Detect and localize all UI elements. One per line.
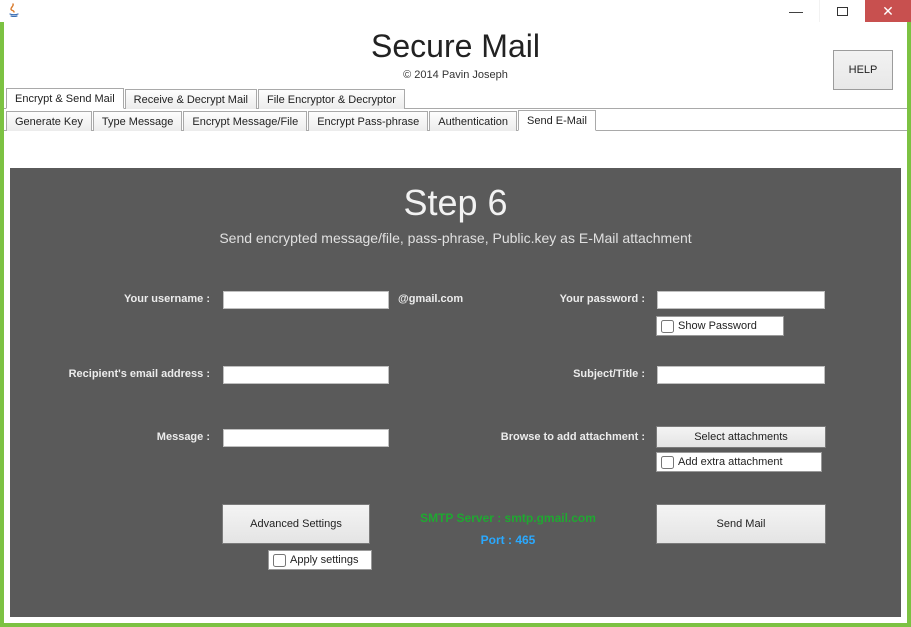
add-extra-attachment-label: Add extra attachment [678, 456, 783, 468]
show-password-label: Show Password [678, 320, 757, 332]
step-title: Step 6 [10, 182, 901, 224]
username-label: Your username : [10, 293, 210, 305]
minimize-button[interactable]: — [773, 0, 819, 22]
message-input[interactable] [222, 428, 390, 448]
select-attachments-button[interactable]: Select attachments [656, 426, 826, 448]
inner-tabs: Generate Key Type Message Encrypt Messag… [4, 109, 907, 131]
tab-generate-key[interactable]: Generate Key [6, 111, 92, 131]
tab-encrypt-message-file[interactable]: Encrypt Message/File [183, 111, 307, 131]
tab-authentication[interactable]: Authentication [429, 111, 517, 131]
window: Secure Mail © 2014 Pavin Joseph HELP Enc… [4, 22, 907, 623]
password-label: Your password : [430, 293, 645, 305]
subject-input[interactable] [656, 365, 826, 385]
app-title: Secure Mail [4, 28, 907, 65]
tab-send-email[interactable]: Send E-Mail [518, 110, 596, 131]
smtp-server-text: SMTP Server : smtp.gmail.com [398, 508, 618, 530]
smtp-info: SMTP Server : smtp.gmail.com Port : 465 [398, 508, 618, 551]
tab-type-message[interactable]: Type Message [93, 111, 183, 131]
form-area: Your username : @gmail.com Your password… [10, 288, 901, 617]
smtp-port-text: Port : 465 [398, 530, 618, 552]
add-extra-attachment-checkbox[interactable]: Add extra attachment [656, 452, 822, 472]
apply-settings-box[interactable] [273, 554, 286, 567]
add-extra-attachment-box[interactable] [661, 456, 674, 469]
send-mail-button[interactable]: Send Mail [656, 504, 826, 544]
tab-file-encryptor-decryptor[interactable]: File Encryptor & Decryptor [258, 89, 405, 109]
recipient-label: Recipient's email address : [10, 368, 210, 380]
content-panel: Step 6 Send encrypted message/file, pass… [10, 168, 901, 617]
outer-tabs: Encrypt & Send Mail Receive & Decrypt Ma… [4, 87, 907, 109]
tab-encrypt-send-mail[interactable]: Encrypt & Send Mail [6, 88, 124, 109]
username-input[interactable] [222, 290, 390, 310]
tab-receive-decrypt-mail[interactable]: Receive & Decrypt Mail [125, 89, 257, 109]
advanced-settings-button[interactable]: Advanced Settings [222, 504, 370, 544]
password-input[interactable] [656, 290, 826, 310]
step-description: Send encrypted message/file, pass-phrase… [10, 230, 901, 246]
browse-label: Browse to add attachment : [430, 431, 645, 443]
java-icon [6, 2, 22, 18]
subject-label: Subject/Title : [430, 368, 645, 380]
tab-encrypt-pass-phrase[interactable]: Encrypt Pass-phrase [308, 111, 428, 131]
copyright: © 2014 Pavin Joseph [4, 69, 907, 81]
show-password-checkbox[interactable]: Show Password [656, 316, 784, 336]
apply-settings-checkbox[interactable]: Apply settings [268, 550, 372, 570]
title-bar: — ✕ [0, 0, 911, 22]
apply-settings-label: Apply settings [290, 554, 358, 566]
message-label: Message : [10, 431, 210, 443]
show-password-box[interactable] [661, 320, 674, 333]
close-button[interactable]: ✕ [865, 0, 911, 22]
recipient-input[interactable] [222, 365, 390, 385]
help-button[interactable]: HELP [833, 50, 893, 90]
maximize-button[interactable] [819, 0, 865, 22]
